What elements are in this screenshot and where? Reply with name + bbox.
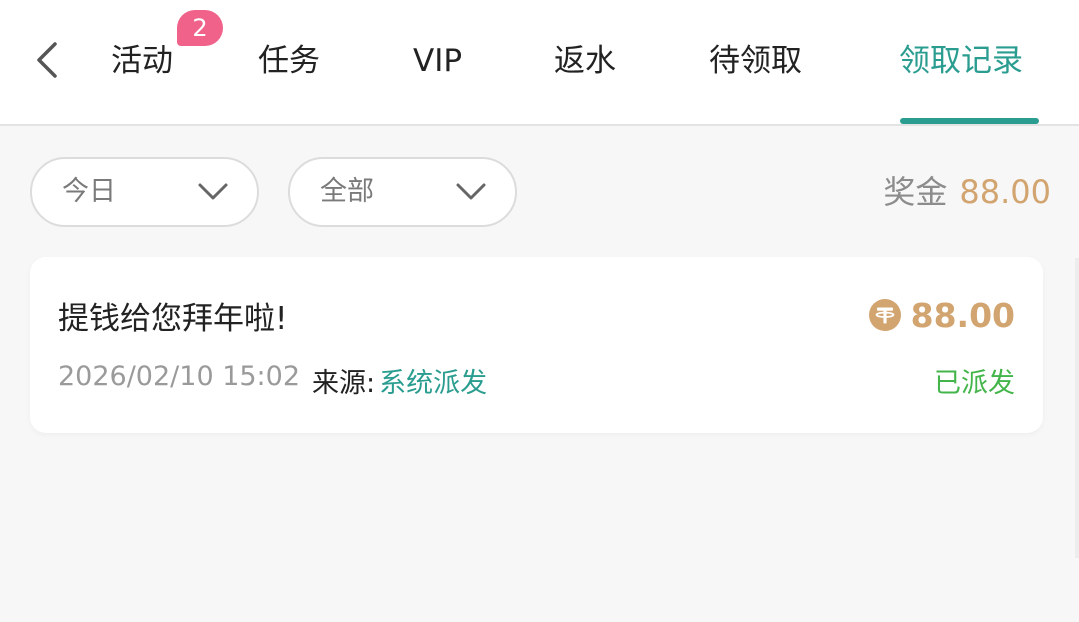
bonus-total-label: 奖金 — [883, 173, 948, 211]
active-tab-indicator — [900, 118, 1039, 124]
date-filter-label: 今日 — [62, 176, 116, 207]
tab-activity[interactable]: 活动 — [111, 36, 173, 86]
type-filter-dropdown[interactable]: 全部 — [288, 157, 517, 227]
tab-rebate[interactable]: 返水 — [554, 36, 616, 86]
tab-pending-claim[interactable]: 待领取 — [709, 36, 802, 86]
record-source-label: 来源: — [312, 368, 376, 399]
tab-claim-records[interactable]: 领取记录 — [899, 36, 1023, 86]
type-filter-label: 全部 — [320, 176, 374, 207]
tab-vip[interactable]: VIP — [413, 36, 462, 86]
record-timestamp: 2026/02/10 15:02 — [58, 361, 301, 392]
chevron-left-icon — [37, 42, 57, 78]
notification-badge: 2 — [177, 10, 223, 46]
usdt-coin-icon — [868, 299, 901, 331]
chevron-down-icon — [456, 183, 486, 200]
record-title: 提钱给您拜年啦! — [58, 301, 288, 337]
top-nav-bar: 活动 2 任务 VIP 返水 待领取 领取记录 — [0, 0, 1079, 126]
bonus-total: 奖金 88.00 — [883, 166, 1051, 218]
record-amount: 88.00 — [868, 293, 1015, 337]
record-source-value: 系统派发 — [379, 368, 488, 399]
scrollbar[interactable] — [1075, 258, 1079, 558]
record-card[interactable]: 提钱给您拜年啦! 88.00 2026/02/10 15:02 来源: 系统派发 … — [30, 257, 1043, 433]
record-amount-value: 88.00 — [910, 295, 1015, 335]
date-filter-dropdown[interactable]: 今日 — [30, 157, 259, 227]
record-source: 来源: 系统派发 — [312, 361, 487, 400]
record-status: 已派发 — [934, 368, 1015, 399]
chevron-down-icon — [198, 183, 228, 200]
tab-tasks[interactable]: 任务 — [258, 36, 320, 86]
back-button[interactable] — [28, 40, 68, 80]
bonus-total-value: 88.00 — [959, 173, 1051, 211]
